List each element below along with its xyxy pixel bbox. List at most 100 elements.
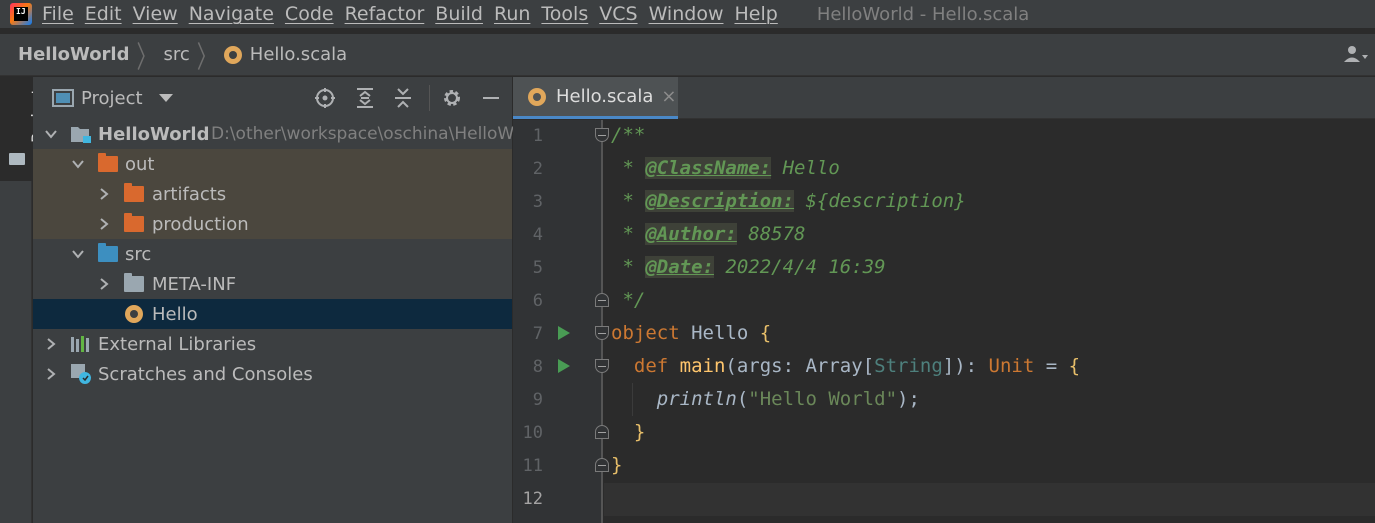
chevron-down-icon[interactable]: [158, 94, 173, 102]
close-icon[interactable]: ×: [661, 86, 676, 107]
breadcrumb-folder[interactable]: src: [164, 44, 190, 65]
tree-item-label: META-INF: [152, 273, 237, 295]
library-icon: [71, 336, 89, 352]
tree-item-hello[interactable]: Hello: [33, 299, 512, 329]
breadcrumb-project[interactable]: HelloWorld: [18, 44, 130, 65]
module-icon: [71, 127, 91, 143]
fold-collapse-icon[interactable]: [595, 326, 609, 340]
line-number: 5: [532, 258, 543, 278]
editor-tab-bar: Hello.scala ×: [513, 77, 1375, 119]
editor-tab-hello-scala[interactable]: Hello.scala ×: [513, 77, 678, 119]
line-number: 11: [522, 456, 543, 476]
fold-end-icon[interactable]: [595, 293, 609, 307]
menu-code[interactable]: Code: [285, 3, 345, 25]
menu-window[interactable]: Window: [649, 3, 735, 25]
project-tree: HelloWorld D:\other\workspace\oschina\He…: [33, 119, 514, 389]
chevron-right-icon[interactable]: [97, 187, 111, 201]
project-panel-title[interactable]: Project: [81, 88, 143, 109]
line-number: 7: [532, 324, 543, 344]
fold-end-icon[interactable]: [595, 458, 609, 472]
line-number: 9: [532, 390, 543, 410]
breadcrumb-file[interactable]: Hello.scala: [250, 44, 347, 65]
chevron-right-icon[interactable]: [44, 337, 58, 351]
window-title: HelloWorld - Hello.scala: [816, 3, 1030, 25]
fold-collapse-icon[interactable]: [595, 359, 609, 373]
scratches-icon: [71, 364, 91, 384]
menu-view[interactable]: View: [133, 3, 189, 25]
tree-item-project-root[interactable]: HelloWorld D:\other\workspace\oschina\He…: [33, 119, 514, 149]
expand-all-icon[interactable]: [354, 87, 376, 109]
tree-item-label: Hello: [152, 303, 198, 325]
scala-file-icon: [528, 87, 546, 106]
collapse-all-icon[interactable]: [392, 87, 414, 109]
line-number: 10: [522, 423, 543, 443]
breadcrumb-separator: 〉: [196, 38, 217, 75]
chevron-right-icon[interactable]: [44, 367, 58, 381]
menu-help[interactable]: Help: [734, 3, 788, 25]
breadcrumb-separator: 〉: [136, 38, 157, 75]
code-line-9: println("Hello World");: [656, 388, 920, 410]
line-number: 6: [532, 291, 543, 311]
tree-item-label: out: [125, 153, 155, 175]
chevron-down-icon[interactable]: [71, 247, 85, 261]
line-number: 4: [532, 225, 543, 245]
chevron-right-icon[interactable]: [97, 217, 111, 231]
project-panel: Project HelloWorld D:\other\workspace\os…: [33, 77, 514, 523]
line-number: 3: [532, 192, 543, 212]
project-tool-tab[interactable]: Project: [0, 77, 47, 181]
line-number: 8: [532, 357, 543, 377]
code-line-1: /**: [611, 124, 646, 146]
tree-item-label: HelloWorld: [98, 123, 210, 145]
run-icon[interactable]: [558, 326, 570, 340]
tree-item-label: artifacts: [152, 183, 227, 205]
fold-collapse-icon[interactable]: [595, 128, 609, 142]
line-number: 2: [532, 159, 543, 179]
intellij-logo-icon: IJ: [10, 3, 32, 25]
menu-tools[interactable]: Tools: [541, 3, 599, 25]
menu-vcs[interactable]: VCS: [599, 3, 648, 25]
line-number: 1: [532, 126, 543, 146]
tree-item-scratches-and-consoles[interactable]: Scratches and Consoles: [33, 359, 512, 389]
excluded-folder-icon: [98, 153, 118, 172]
code-line-10: }: [611, 421, 646, 443]
user-account-icon[interactable]: [1343, 44, 1369, 66]
chevron-down-icon[interactable]: [71, 157, 85, 171]
fold-end-icon[interactable]: [595, 425, 609, 439]
code-line-6: */: [611, 289, 646, 311]
menu-refactor[interactable]: Refactor: [345, 3, 436, 25]
menu-edit[interactable]: Edit: [85, 3, 133, 25]
tree-item-out[interactable]: out: [33, 149, 512, 179]
menu-run[interactable]: Run: [494, 3, 541, 25]
code-line-11: }: [611, 454, 623, 476]
excluded-folder-icon: [124, 183, 144, 202]
tree-item-meta-inf[interactable]: META-INF: [33, 269, 512, 299]
tree-item-label: External Libraries: [98, 333, 257, 355]
locate-icon[interactable]: [314, 87, 336, 109]
scala-file-icon: [223, 45, 242, 64]
folder-icon: [124, 273, 144, 292]
code-line-3: * @Description: ${description}: [611, 190, 966, 212]
gear-icon[interactable]: [441, 87, 463, 109]
menu-file[interactable]: File: [42, 3, 85, 25]
minimize-icon[interactable]: [480, 87, 502, 109]
folder-icon: [9, 153, 25, 165]
tree-item-artifacts[interactable]: artifacts: [33, 179, 512, 209]
chevron-right-icon[interactable]: [97, 277, 111, 291]
toolbar-divider: [429, 85, 430, 111]
menu-navigate[interactable]: Navigate: [189, 3, 285, 25]
left-tool-stripe: Project: [0, 77, 47, 523]
tree-item-production[interactable]: production: [33, 209, 512, 239]
code-line-8: def main(args: Array[String]): Unit = {: [633, 355, 1081, 377]
run-icon[interactable]: [558, 359, 570, 373]
code-line-2: * @ClassName: Hello: [611, 157, 840, 179]
chevron-down-icon[interactable]: [44, 127, 58, 141]
project-view-icon: [52, 89, 74, 107]
code-line-5: * @Date: 2022/4/4 16:39: [611, 256, 886, 278]
code-line-4: * @Author: 88578: [611, 223, 806, 245]
tree-item-src[interactable]: src: [33, 239, 512, 269]
menu-build[interactable]: Build: [435, 3, 494, 25]
excluded-folder-icon: [124, 213, 144, 232]
tree-item-external-libraries[interactable]: External Libraries: [33, 329, 512, 359]
navigation-bar: HelloWorld 〉 src 〉 Hello.scala: [0, 34, 1375, 76]
code-line-7: object Hello {: [611, 322, 772, 344]
